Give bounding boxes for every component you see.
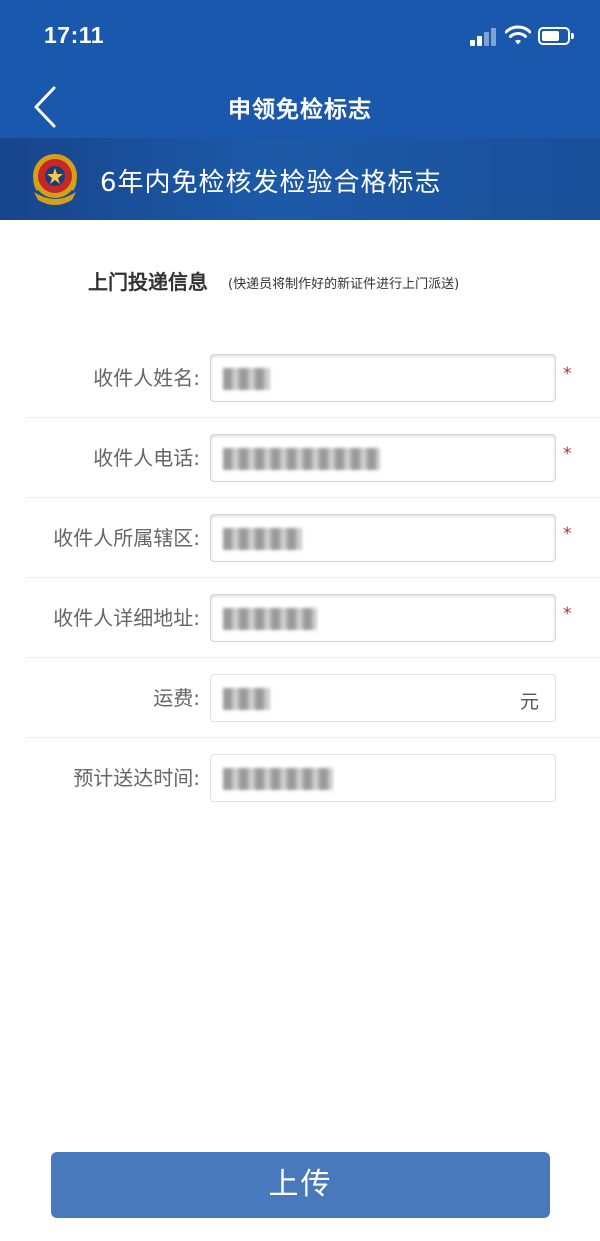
status-bar: 17:11	[0, 0, 600, 76]
field-label: 收件人电话:	[93, 446, 200, 470]
field-label: 收件人姓名:	[93, 366, 200, 390]
field-value: ●●●●●	[223, 528, 302, 550]
police-emblem-icon	[33, 154, 77, 205]
recipient-address-field[interactable]: ●●●●●●	[210, 594, 556, 642]
upload-button[interactable]: 上传	[51, 1152, 550, 1218]
delivery-time-field: ●●●●●●●	[210, 754, 556, 802]
wifi-icon	[505, 25, 531, 45]
field-label: 收件人所属辖区:	[53, 526, 200, 550]
field-label: 运费:	[153, 686, 200, 710]
signal-icon	[470, 28, 498, 46]
form-row-name: 收件人姓名: ●●● *	[0, 338, 600, 418]
field-label: 预计送达时间:	[73, 766, 200, 790]
form-row-shipping-fee: 运费: ●●● 元	[0, 658, 600, 738]
section-title: 上门投递信息	[88, 270, 208, 294]
recipient-name-field[interactable]: ●●●	[210, 354, 556, 402]
status-time: 17:11	[44, 22, 105, 48]
field-value: ●●●●●●●●●●	[223, 448, 381, 470]
battery-icon	[538, 27, 574, 45]
field-label: 收件人详细地址:	[53, 606, 200, 630]
field-value: ●●●	[223, 688, 271, 710]
banner-text: 6年内免检核发检验合格标志	[100, 168, 442, 198]
form-row-delivery-time: 预计送达时间: ●●●●●●●	[0, 738, 600, 818]
required-marker: *	[563, 604, 572, 624]
shipping-fee-field: ●●● 元	[210, 674, 556, 722]
field-value: ●●●●●●●	[223, 768, 333, 790]
field-value: ●●●	[223, 368, 271, 390]
banner: 6年内免检核发检验合格标志	[0, 138, 600, 220]
field-value: ●●●●●●	[223, 608, 318, 630]
required-marker: *	[563, 444, 572, 464]
recipient-district-field[interactable]: ●●●●●	[210, 514, 556, 562]
form-row-district: 收件人所属辖区: ●●●●● *	[0, 498, 600, 578]
section-note: (快递员将制作好的新证件进行上门派送)	[228, 277, 460, 292]
page-title: 申领免检标志	[228, 97, 372, 123]
required-marker: *	[563, 364, 572, 384]
form-row-phone: 收件人电话: ●●●●●●●●●● *	[0, 418, 600, 498]
required-marker: *	[563, 524, 572, 544]
currency-unit: 元	[519, 691, 539, 713]
form-row-address: 收件人详细地址: ●●●●●● *	[0, 578, 600, 658]
recipient-phone-field[interactable]: ●●●●●●●●●●	[210, 434, 556, 482]
nav-bar: 申领免检标志	[0, 76, 600, 138]
